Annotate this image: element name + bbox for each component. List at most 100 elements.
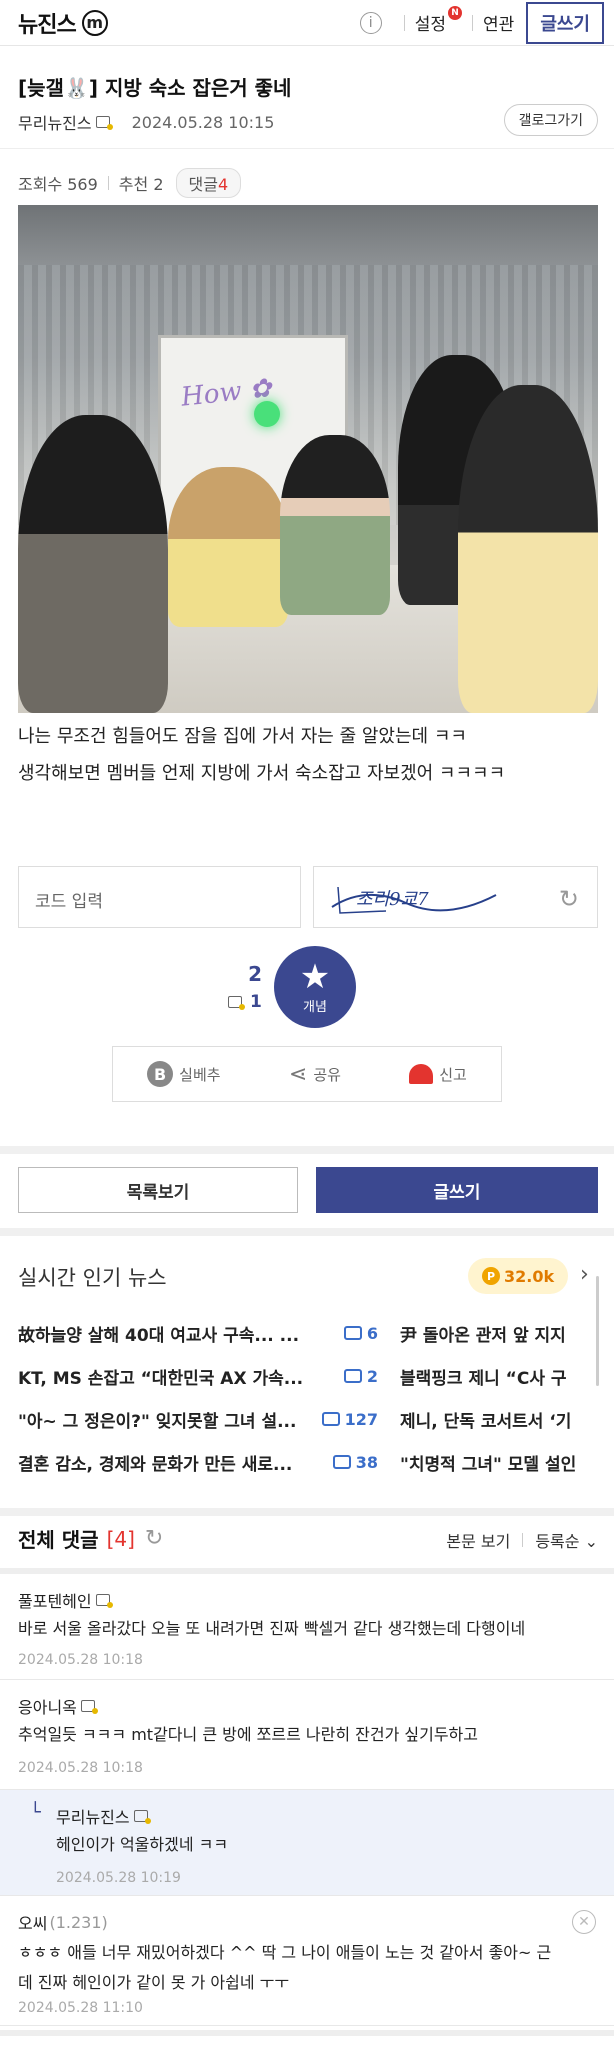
post-title: [늦갤🐰] 지방 숙소 잡은거 좋네 [18,76,292,100]
settings-label: 설정 [414,15,447,35]
recommend-label: 개념 [303,999,327,1015]
comment-bubble-icon [332,1455,351,1469]
comment-date: 2024.05.28 10:18 [18,1652,143,1668]
news-row[interactable]: 故하늘양 살해 40대 여교사 구속... ... 6 尹 돌아온 관저 앞 지… [18,1318,614,1348]
sort-label: 등록순 [535,1532,580,1551]
view-body-link[interactable]: 본문 보기 [446,1528,510,1552]
settings-link[interactable]: 설정N [414,6,463,35]
comments-title: 전체 댓글 [18,1528,99,1552]
news-row[interactable]: "아~ 그 정은이?" 잊지못할 그녀 설... 127 제니, 단독 코서트서… [18,1404,614,1434]
comment-count-pill[interactable]: 댓글4 [175,168,242,198]
divider [107,176,109,190]
news-title[interactable]: 결혼 감소, 경제와 문화가 만든 새로... [18,1450,318,1475]
post-author[interactable]: 무리뉴진스 [18,110,92,134]
new-badge: N [448,6,463,20]
chevron-right-icon[interactable]: › [580,1262,589,1287]
gallery-name[interactable]: 뉴진스 [18,7,77,39]
divider [403,14,405,31]
news-row[interactable]: KT, MS 손잡고 “대한민국 AX 가속... 2 블랙핑크 제니 “C사 … [18,1361,614,1391]
post-image[interactable]: How ✿ [18,205,598,713]
share-button[interactable]: ⋖ 공유 [289,1062,341,1087]
chevron-down-icon: ⌄ [584,1532,598,1551]
comment-date: 2024.05.28 10:18 [18,1760,143,1776]
news-row[interactable]: 결혼 감소, 경제와 문화가 만든 새로... 38 "치명적 그녀" 모델 설… [18,1447,614,1477]
comment-author[interactable]: 응아니옥 [18,1694,98,1718]
image-person-center [280,435,390,615]
news-title-right[interactable]: "치명적 그녀" 모델 설인 [400,1450,614,1475]
news-comment-count: 38 [318,1453,378,1472]
points-value: 32.0k [504,1266,555,1286]
points-badge[interactable]: P 32.0k [468,1258,569,1294]
top-bar: 뉴진스 m i 설정N 연관 글쓰기 [0,0,614,46]
post-body: 나는 무조건 힘들어도 잠을 집에 가서 자는 줄 알았는데 ㅋㅋ 생각해보면 … [18,718,505,792]
captcha-refresh-icon[interactable]: ↻ [559,885,579,913]
post-body-line: 생각해보면 멤버들 언제 지방에 가서 숙소잡고 자보겠어 ㅋㅋㅋㅋ [18,763,506,784]
reply-item: └ 무리뉴진스 헤인이가 억울하겠네 ㅋㅋ 2024.05.28 10:19 [0,1790,614,1896]
comment-bubble-icon [321,1412,340,1426]
post-stats: 조회수 569 추천 2 댓글4 [18,168,242,198]
share-label: 공유 [313,1065,341,1084]
comment-bubble-icon [343,1326,362,1340]
gallog-button[interactable]: 갤로그가기 [503,104,598,136]
comment-item: 풀포텐헤인 바로 서울 올라갔다 오늘 또 내려가면 진짜 빡셀거 같다 생각했… [0,1574,614,1680]
sort-dropdown[interactable]: 등록순 ⌄ [535,1528,598,1552]
comment-text: 추억일듯 ㅋㅋㅋ mt같다니 큰 방에 쪼르르 나란히 잔건가 싶기두하고 [18,1725,478,1744]
post-body-line: 나는 무조건 힘들어도 잠을 집에 가서 자는 줄 알았는데 ㅋㅋ [18,726,467,747]
divider [472,14,474,31]
recommend-fixed-count: 1 [250,992,262,1012]
info-icon[interactable]: i [359,11,382,34]
share-icon: ⋖ [288,1061,308,1087]
news-count: 6 [366,1323,378,1343]
news-title[interactable]: KT, MS 손잡고 “대한민국 AX 가속... [18,1364,318,1389]
image-person-left [18,415,168,713]
list-button[interactable]: 목록보기 [18,1167,298,1213]
captcha-box: 조리9쿄7 ↻ [313,866,598,928]
comment-text: ㅎㅎㅎ 애들 너무 재밌어하겠다 ^^ 딱 그 나이 애들이 노는 것 같아서 … [18,1938,598,1998]
write-button-top[interactable]: 글쓰기 [526,1,604,44]
fixed-nick-icon [80,1700,98,1714]
coin-icon: P [482,1267,500,1285]
fixed-nick-icon [228,996,245,1010]
news-title-right[interactable]: 尹 돌아온 관저 앞 지지 [400,1321,614,1346]
news-title-right[interactable]: 블랙핑크 제니 “C사 구 [400,1364,614,1389]
post-meta: 무리뉴진스 2024.05.28 10:15 [18,110,274,134]
downvote-button[interactable]: B 실베추 [147,1061,221,1087]
image-lightstick [254,401,280,427]
related-link[interactable]: 연관 [483,10,514,35]
view-count: 조회수 569 [18,175,98,194]
comment-author[interactable]: 무리뉴진스 [56,1804,151,1828]
downvote-label: 실베추 [179,1065,221,1084]
comment-text: 바로 서울 올라갔다 오늘 또 내려가면 진짜 빡셀거 같다 생각했는데 다행이… [18,1619,526,1638]
popular-news-title: 실시간 인기 뉴스 [18,1266,167,1290]
comment-author-name: 응아니옥 [18,1698,77,1717]
comment-author-name: 무리뉴진스 [56,1808,130,1827]
comment-ip: (1.231) [49,1912,108,1932]
star-icon: ★ [299,956,331,997]
captcha-text: 조리9쿄7 [356,889,429,910]
news-comment-count: 127 [318,1410,378,1429]
top-bar-menu: i 설정N 연관 글쓰기 [359,1,604,44]
comment-pill-label: 댓글 [188,175,218,194]
comment-date: 2024.05.28 11:10 [18,2000,143,2016]
refresh-icon[interactable]: ↻ [145,1526,163,1551]
report-label: 신고 [439,1065,467,1084]
fixed-nick-icon [95,116,113,130]
comment-item: 오씨 (1.231) ✕ ㅎㅎㅎ 애들 너무 재밌어하겠다 ^^ 딱 그 나이 애… [0,1896,614,2026]
section-divider [0,1146,614,1154]
minor-gallery-icon: m [81,9,108,36]
comment-author[interactable]: 오씨 (1.231) [18,1910,108,1934]
comments-options: 본문 보기 등록순 ⌄ [446,1528,598,1552]
news-title[interactable]: "아~ 그 정은이?" 잊지못할 그녀 설... [18,1407,318,1432]
comment-text-line: ㅎㅎㅎ 애들 너무 재밌어하겠다 ^^ 딱 그 나이 애들이 노는 것 같아서 … [18,1943,552,1962]
report-button[interactable]: 신고 [409,1064,467,1085]
image-ceiling [18,205,598,265]
recommend-button[interactable]: ★ 개념 [274,946,356,1028]
close-icon[interactable]: ✕ [572,1910,596,1934]
captcha-input[interactable]: 코드 입력 [18,866,301,928]
fixed-nick-icon [95,1594,113,1608]
comment-author[interactable]: 풀포텐헤인 [18,1588,113,1612]
comment-text: 헤인이가 억울하겠네 ㅋㅋ [56,1835,229,1854]
news-title[interactable]: 故하늘양 살해 40대 여교사 구속... ... [18,1321,318,1346]
write-button[interactable]: 글쓰기 [316,1167,598,1213]
news-title-right[interactable]: 제니, 단독 코서트서 ‘기 [400,1407,614,1432]
